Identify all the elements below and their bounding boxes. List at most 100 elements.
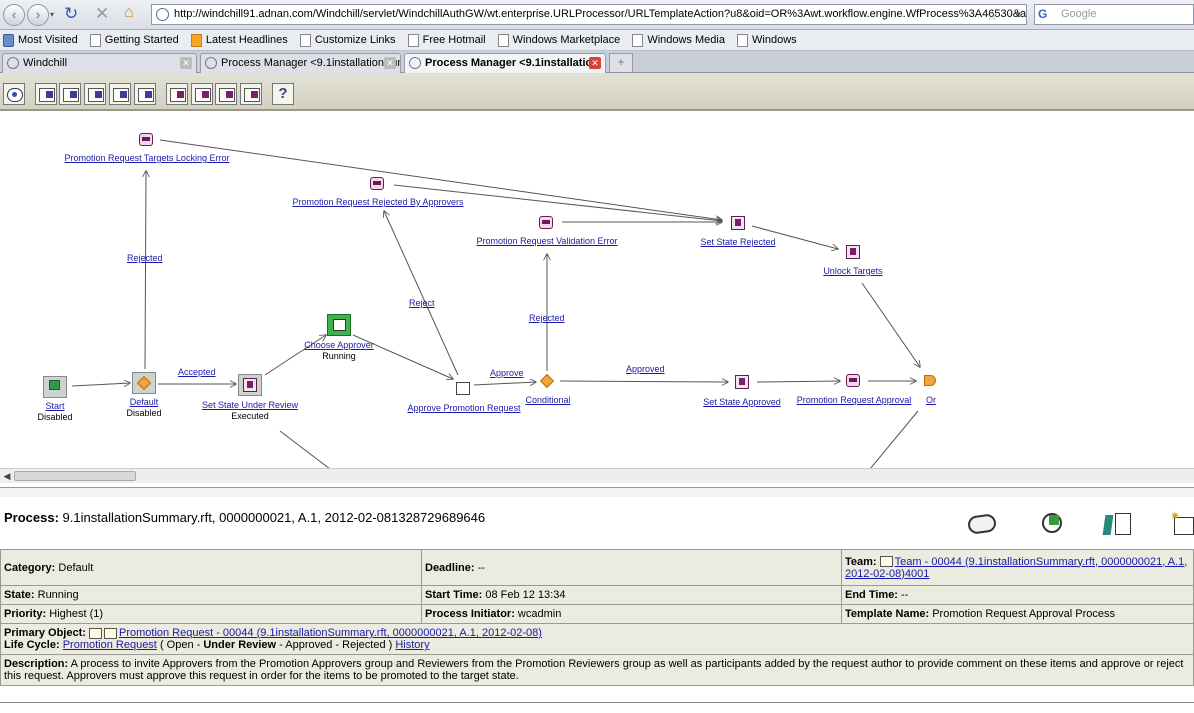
process-title: Process: 9.1installationSummary.rft, 000…: [4, 510, 486, 525]
forward-button[interactable]: ›: [27, 4, 49, 26]
default-node-box[interactable]: [132, 372, 156, 394]
page-icon: [737, 34, 749, 47]
close-tab-icon[interactable]: ✕: [589, 57, 601, 69]
tab-windchill[interactable]: Windchill ✕: [2, 53, 197, 73]
link-label-rejected[interactable]: Rejected: [529, 313, 565, 323]
bookmark-most-visited[interactable]: Most Visited: [0, 30, 84, 51]
url-dropdown-icon[interactable]: ▾: [1016, 5, 1021, 24]
activity-icon[interactable]: [134, 83, 156, 105]
node-set-state-under-review[interactable]: Set State Under Review Executed: [202, 400, 298, 422]
bookmark-windows-marketplace[interactable]: Windows Marketplace: [495, 30, 627, 51]
history-link[interactable]: History: [395, 639, 429, 651]
node-unlock-targets[interactable]: Unlock Targets: [823, 266, 882, 277]
robot-activity-icon[interactable]: [539, 216, 553, 229]
help-icon[interactable]: ?: [272, 83, 294, 105]
robot-activity-icon[interactable]: [139, 133, 153, 146]
or-connector-icon[interactable]: [924, 375, 936, 386]
link-label-accepted[interactable]: Accepted: [178, 367, 216, 377]
start-node-box[interactable]: [43, 376, 67, 398]
link-label-approve[interactable]: Approve: [490, 368, 524, 378]
team-link[interactable]: Team - 00044 (9.1installationSummary.rft…: [845, 556, 1187, 580]
state-cell: State: Running: [0, 585, 422, 605]
search-input[interactable]: G Google: [1034, 4, 1194, 25]
bookmark-windows[interactable]: Windows: [734, 30, 803, 51]
history-dropdown-icon[interactable]: ▾: [50, 10, 54, 19]
bookmark-customize-links[interactable]: Customize Links: [297, 30, 402, 51]
primary-object-link[interactable]: Promotion Request - 00044 (9.1installati…: [119, 627, 542, 639]
node-set-state-rejected[interactable]: Set State Rejected: [700, 237, 775, 248]
node-start[interactable]: Start Disabled: [37, 401, 72, 423]
node-set-state-approved[interactable]: Set State Approved: [703, 397, 781, 408]
close-tab-icon[interactable]: ✕: [180, 57, 192, 69]
node-status: Disabled: [126, 408, 162, 418]
diagram-horizontal-scrollbar[interactable]: ◀: [0, 468, 1194, 483]
browser-navbar: ‹ › ▾ ↻ ✕ ⌂ http://windchill91.adnan.com…: [0, 0, 1194, 30]
bookmark-star-icon[interactable]: ☆: [986, 6, 998, 24]
node-default[interactable]: Default Disabled: [126, 397, 161, 419]
process-history-icon[interactable]: ✷: [1170, 510, 1194, 537]
robot-activity-icon[interactable]: [370, 177, 384, 190]
scrollbar-thumb[interactable]: [14, 471, 136, 481]
site-favicon-icon: [156, 8, 169, 21]
flow-view-icon[interactable]: [191, 83, 213, 105]
url-bar[interactable]: http://windchill91.adnan.com/Windchill/s…: [151, 4, 1027, 25]
activity-icon[interactable]: [84, 83, 106, 105]
link-label-reject[interactable]: Reject: [409, 298, 435, 308]
bookmark-getting-started[interactable]: Getting Started: [87, 30, 185, 51]
flow-view-icon[interactable]: [166, 83, 188, 105]
node-promotion-request-approval[interactable]: Promotion Request Approval: [797, 395, 912, 406]
flow-view-icon[interactable]: [215, 83, 237, 105]
bookmark-windows-media[interactable]: Windows Media: [629, 30, 731, 51]
view-notebook-icon[interactable]: [966, 511, 998, 537]
description-cell: Description: A process to invite Approve…: [0, 654, 1194, 686]
process-report-icon[interactable]: [1102, 511, 1134, 537]
stop-icon[interactable]: ✕: [95, 4, 109, 24]
assignment-icon[interactable]: [456, 382, 470, 395]
choose-approver-box[interactable]: [327, 314, 351, 336]
set-state-under-review-box[interactable]: [238, 374, 262, 396]
rss-icon: [190, 34, 202, 47]
node-conditional[interactable]: Conditional: [525, 395, 570, 406]
node-validation-error[interactable]: Promotion Request Validation Error: [477, 236, 618, 247]
link-label-rejected[interactable]: Rejected: [127, 253, 163, 263]
robot-activity-icon[interactable]: [846, 374, 860, 387]
scroll-left-icon[interactable]: ◀: [1, 470, 13, 482]
process-details-panel: Process: 9.1installationSummary.rft, 000…: [0, 497, 1194, 713]
google-icon: G: [1038, 7, 1048, 21]
page-icon: [299, 34, 311, 47]
activity-icon[interactable]: [109, 83, 131, 105]
node-or[interactable]: Or: [926, 395, 936, 406]
start-flag-icon: [49, 380, 60, 390]
node-rejected-by-approvers[interactable]: Promotion Request Rejected By Approvers: [292, 197, 463, 208]
tab-process-manager-2[interactable]: Process Manager <9.1installatio... ✕: [404, 53, 606, 73]
unlock-targets-icon[interactable]: [846, 245, 860, 259]
flow-view-icon[interactable]: [240, 83, 262, 105]
page-icon: [89, 34, 101, 47]
end-time-cell: End Time: --: [841, 585, 1194, 605]
priority-cell: Priority: Highest (1): [0, 604, 422, 624]
close-tab-icon[interactable]: ✕: [384, 57, 396, 69]
node-choose-approver[interactable]: Choose Approver Running: [304, 340, 374, 362]
process-status-icon[interactable]: [1040, 511, 1070, 537]
activity-icon[interactable]: [59, 83, 81, 105]
node-approve-promotion-request[interactable]: Approve Promotion Request: [407, 403, 520, 414]
tab-process-manager-1[interactable]: Process Manager <9.1installationSumm... …: [200, 53, 401, 73]
link-label-approved[interactable]: Approved: [626, 364, 665, 374]
set-state-icon[interactable]: [735, 375, 749, 389]
new-tab-button[interactable]: +: [609, 53, 633, 72]
set-state-icon: [243, 378, 257, 392]
initiator-cell: Process Initiator: wcadmin: [421, 604, 842, 624]
team-cell: Team: Team - 00044 (9.1installationSumma…: [841, 549, 1194, 586]
set-state-icon[interactable]: [731, 216, 745, 230]
home-icon[interactable]: ⌂: [124, 4, 134, 22]
back-button[interactable]: ‹: [3, 4, 25, 26]
reload-icon[interactable]: ↻: [64, 4, 78, 24]
run-process-icon[interactable]: [35, 83, 57, 105]
pane-divider[interactable]: [0, 487, 1194, 497]
lifecycle-link[interactable]: Promotion Request: [63, 639, 157, 651]
node-locking-error[interactable]: Promotion Request Targets Locking Error: [65, 153, 230, 164]
bookmark-free-hotmail[interactable]: Free Hotmail: [405, 30, 492, 51]
bookmark-latest-headlines[interactable]: Latest Headlines: [188, 30, 294, 51]
refresh-icon[interactable]: [3, 83, 25, 105]
deadline-cell: Deadline: --: [421, 549, 842, 586]
